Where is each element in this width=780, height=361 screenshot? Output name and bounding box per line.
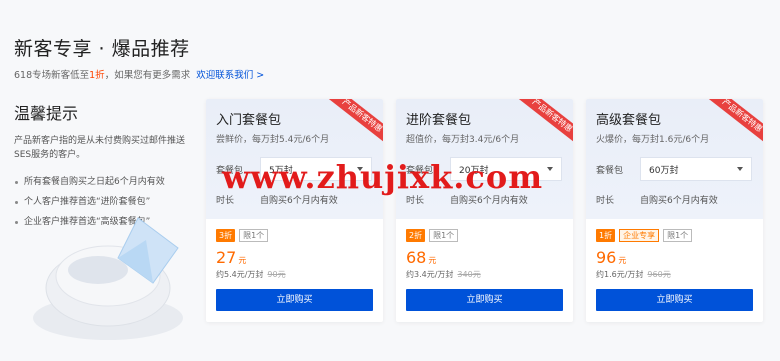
plan-card-premium: 产品新客特惠 高级套餐包 火爆价，每万封1.6元/6个月 套餐包 60万封 时长… bbox=[586, 99, 763, 322]
package-select-value: 60万封 bbox=[649, 165, 679, 176]
duration-row: 时长 自购买6个月内有效 bbox=[596, 193, 753, 206]
contact-us-link[interactable]: 欢迎联系我们 > bbox=[196, 70, 264, 81]
price-value: 27 bbox=[216, 248, 237, 267]
plan-card-advanced: 产品新客特惠 进阶套餐包 超值价，每万封3.4元/6个月 套餐包 20万封 时长… bbox=[396, 99, 573, 322]
original-price: 90元 bbox=[267, 270, 286, 279]
price-unit: 元 bbox=[428, 256, 437, 265]
price: 96 元 bbox=[596, 248, 753, 267]
subtitle-post: ，如果您有更多需求 bbox=[104, 70, 191, 81]
unit-price-row: 约1.6元/万封 960元 bbox=[596, 269, 753, 280]
price-unit: 元 bbox=[238, 256, 247, 265]
unit-price: 约3.4元/万封 bbox=[406, 270, 454, 279]
package-select[interactable]: 60万封 bbox=[640, 157, 752, 181]
discount-badge: 2折 bbox=[406, 229, 426, 242]
badge-row: 2折 限1个 bbox=[406, 229, 563, 242]
price-unit: 元 bbox=[618, 256, 627, 265]
plan-card-body: 1折 企业专享 限1个 96 元 约1.6元/万封 960元 立即购买 bbox=[586, 219, 763, 311]
discount-badge: 3折 bbox=[216, 229, 236, 242]
duration-value: 自购买6个月内有效 bbox=[640, 196, 718, 206]
limit-badge: 限1个 bbox=[663, 229, 693, 242]
price-value: 68 bbox=[406, 248, 427, 267]
subtitle-highlight: 1折 bbox=[89, 70, 105, 81]
unit-price-row: 约3.4元/万封 340元 bbox=[406, 269, 563, 280]
tips-title: 温馨提示 bbox=[14, 104, 79, 123]
buy-now-button[interactable]: 立即购买 bbox=[216, 289, 373, 311]
watermark-text: www.zhujixk.com bbox=[222, 158, 544, 196]
original-price: 960元 bbox=[647, 270, 671, 279]
plan-tagline: 尝鲜价，每万封5.4元/6个月 bbox=[216, 135, 330, 145]
mail-illustration-icon bbox=[33, 217, 183, 340]
package-label: 套餐包 bbox=[596, 165, 624, 176]
plan-card-body: 2折 限1个 68 元 约3.4元/万封 340元 立即购买 bbox=[396, 219, 573, 311]
page-title: 新客专享 · 爆品推荐 bbox=[14, 38, 190, 60]
price: 68 元 bbox=[406, 248, 563, 267]
page-header: 新客专享 · 爆品推荐 bbox=[14, 34, 190, 61]
badge-row: 3折 限1个 bbox=[216, 229, 373, 242]
page-subtitle: 618专场新客低至1折，如果您有更多需求 欢迎联系我们 > bbox=[14, 67, 264, 81]
plan-tagline: 火爆价，每万封1.6元/6个月 bbox=[596, 135, 710, 145]
buy-now-button[interactable]: 立即购买 bbox=[406, 289, 563, 311]
buy-now-button[interactable]: 立即购买 bbox=[596, 289, 753, 311]
original-price: 340元 bbox=[457, 270, 481, 279]
subtitle-pre: 618专场新客低至 bbox=[14, 70, 90, 81]
unit-price: 约5.4元/万封 bbox=[216, 270, 264, 279]
chevron-down-icon bbox=[737, 167, 743, 171]
chevron-down-icon bbox=[547, 167, 553, 171]
unit-price-row: 约5.4元/万封 90元 bbox=[216, 269, 373, 280]
plan-card-body: 3折 限1个 27 元 约5.4元/万封 90元 立即购买 bbox=[206, 219, 383, 311]
tips-description: 产品新客户指的是从未付费购买过邮件推送SES服务的客户。 bbox=[14, 136, 186, 160]
limit-badge: 限1个 bbox=[239, 229, 269, 242]
price-value: 96 bbox=[596, 248, 617, 267]
limit-badge: 限1个 bbox=[429, 229, 459, 242]
plan-card-header: 产品新客特惠 高级套餐包 火爆价，每万封1.6元/6个月 套餐包 60万封 时长… bbox=[586, 99, 763, 219]
discount-badge: 1折 bbox=[596, 229, 616, 242]
price: 27 元 bbox=[216, 248, 373, 267]
enterprise-badge: 企业专享 bbox=[619, 229, 660, 242]
plan-tagline: 超值价，每万封3.4元/6个月 bbox=[406, 135, 520, 145]
plan-card-basic: 产品新客特惠 入门套餐包 尝鲜价，每万封5.4元/6个月 套餐包 5万封 时长 … bbox=[206, 99, 383, 322]
duration-label: 时长 bbox=[596, 196, 615, 206]
unit-price: 约1.6元/万封 bbox=[596, 270, 644, 279]
badge-row: 1折 企业专享 限1个 bbox=[596, 229, 753, 242]
package-row: 套餐包 60万封 bbox=[596, 157, 753, 181]
